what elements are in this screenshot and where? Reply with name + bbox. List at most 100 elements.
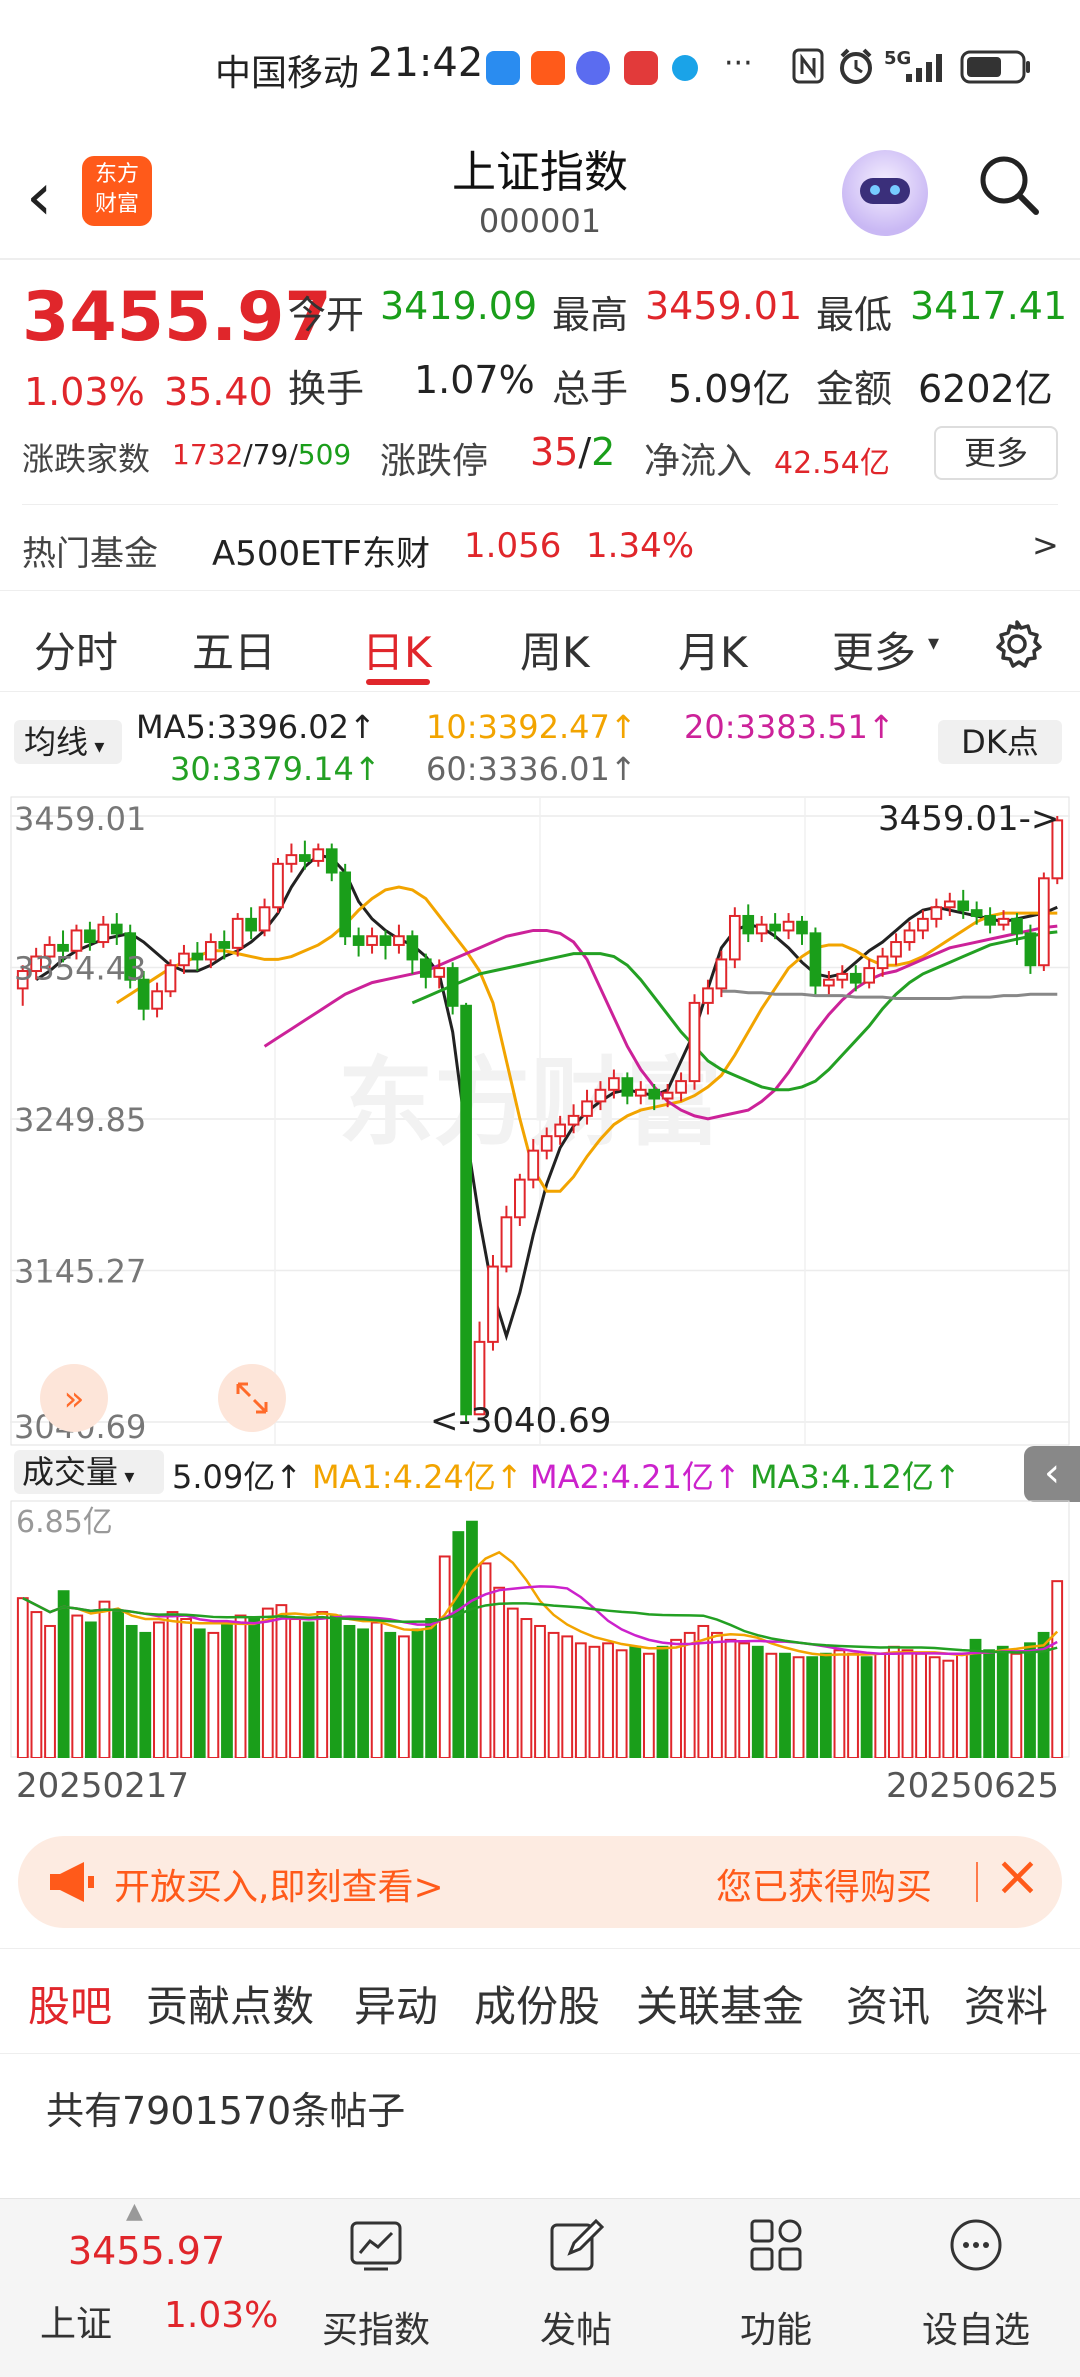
candle	[487, 1254, 499, 1351]
assistant-robot-icon[interactable]	[842, 150, 928, 236]
nfc-icon	[792, 48, 824, 84]
limit-label: 涨跌停	[380, 441, 489, 482]
volume-bar	[16, 1597, 29, 1758]
volume-bar	[221, 1621, 233, 1758]
hot-fund-price: 1.056	[464, 526, 562, 566]
volume-bar	[1010, 1652, 1023, 1758]
inflow-label: 净流入	[644, 441, 753, 482]
tab-news[interactable]: 资讯	[846, 1973, 930, 2034]
kline-chart[interactable]: 东方财富 3459.013354.433249.853145.273040.69…	[10, 796, 1070, 1446]
y-tick-label: 3459.01	[14, 800, 146, 838]
music-app-icon	[576, 51, 610, 85]
volume-bar	[44, 1624, 56, 1758]
ma-selector[interactable]: 均线 ▾	[14, 720, 122, 764]
tab-more[interactable]: 更多	[832, 619, 916, 680]
candle	[702, 979, 714, 1015]
y-tick-label: 3354.43	[14, 950, 146, 988]
x-axis-end: 20250625	[886, 1766, 1060, 1806]
tab-daily-k[interactable]: 日K	[362, 619, 432, 680]
tab-monthly-k[interactable]: 月K	[678, 619, 748, 680]
header: ‹ 东方 财富 上证指数 000001	[0, 130, 1080, 260]
candle	[339, 863, 352, 945]
volume-bar	[996, 1645, 1009, 1758]
tab-five-day[interactable]: 五日	[192, 619, 276, 680]
tab-guba[interactable]: 股吧	[28, 1973, 112, 2034]
dk-point-button[interactable]: DK点	[938, 720, 1062, 764]
ma30-value: 30:3379.14↑	[170, 750, 381, 788]
functions-button[interactable]: 功能	[710, 2213, 842, 2363]
volume-bar	[438, 1555, 451, 1758]
candle	[755, 915, 768, 943]
volume-bar	[983, 1649, 996, 1758]
tab-weekly-k[interactable]: 周K	[520, 619, 590, 680]
volume-bar	[711, 1631, 723, 1758]
tab-related-funds[interactable]: 关联基金	[636, 1973, 804, 2034]
buy-index-button[interactable]: 买指数	[310, 2213, 442, 2363]
volume-bar	[180, 1618, 193, 1758]
fullscreen-button[interactable]	[218, 1364, 286, 1432]
promo-banner[interactable]: 开放买入,即刻查看> 您已获得购买 ×	[18, 1836, 1062, 1928]
tab-intraday[interactable]: 分时	[34, 619, 118, 680]
functions-label: 功能	[739, 2310, 812, 2351]
add-watchlist-button[interactable]: 设自选	[910, 2213, 1042, 2363]
volume-bar	[1024, 1642, 1036, 1758]
candle	[110, 913, 123, 945]
candle	[890, 933, 902, 966]
volume-bar	[506, 1607, 519, 1758]
volume-bar	[493, 1586, 506, 1758]
volume-bar	[738, 1642, 751, 1758]
drag-handle-icon[interactable]: ▲	[126, 2199, 143, 2224]
more-button[interactable]: 更多	[934, 426, 1058, 480]
ma5-value: MA5:3396.02↑	[136, 708, 376, 746]
candle	[325, 843, 338, 882]
volume-bar	[956, 1652, 968, 1758]
volume-bar	[425, 1618, 438, 1758]
tab-profile[interactable]: 资料	[964, 1973, 1048, 2034]
candle	[728, 907, 741, 969]
tab-constituents[interactable]: 成份股	[474, 1973, 600, 2034]
hot-fund-arrow-icon[interactable]: >	[1032, 526, 1059, 564]
volume-chart[interactable]: 6.85亿	[10, 1500, 1070, 1758]
low-value: 3417.41	[910, 284, 1068, 328]
volume-bar	[452, 1531, 465, 1758]
volume-bar	[411, 1628, 424, 1758]
post-label: 发帖	[539, 2310, 612, 2351]
signal-icon	[906, 54, 942, 82]
candle	[984, 907, 996, 934]
volume-bars	[16, 1520, 1064, 1758]
candle	[379, 930, 392, 960]
candle	[312, 843, 325, 867]
volume-selector[interactable]: 成交量 ▾	[14, 1450, 164, 1494]
carrier-label: 中国移动	[215, 53, 360, 94]
volume-bar	[806, 1656, 819, 1758]
volume-bar	[602, 1642, 614, 1758]
volume-bar	[874, 1652, 887, 1758]
volume-bar	[248, 1618, 261, 1758]
limit-values: 35/2	[530, 430, 616, 474]
candle	[352, 927, 365, 957]
settings-gear-icon[interactable]	[990, 617, 1044, 671]
x-axis-start: 20250217	[16, 1766, 190, 1806]
hot-fund-name[interactable]: A500ETF东财	[212, 526, 430, 575]
volume-ma2: MA2:4.21亿↑	[530, 1458, 741, 1496]
expand-left-button[interactable]: »	[40, 1364, 108, 1432]
volume-value: 5.09亿	[668, 367, 791, 411]
collapse-panel-icon[interactable]: ‹	[1024, 1446, 1080, 1502]
tab-more-caret-icon: ▾	[928, 631, 940, 656]
volume-ma3: MA3:4.12亿↑	[750, 1458, 961, 1496]
volume-bar	[847, 1652, 859, 1758]
volume-bar	[357, 1628, 369, 1758]
change-percent: 1.03%	[24, 370, 145, 414]
ma20-value: 20:3383.51↑	[684, 708, 895, 746]
search-icon[interactable]	[978, 154, 1040, 216]
volume-bar	[289, 1618, 301, 1758]
tab-contribution-points[interactable]: 贡献点数	[146, 1973, 314, 2034]
post-button[interactable]: 发帖	[510, 2213, 642, 2363]
volume-bar	[629, 1645, 642, 1758]
more-dots-icon	[950, 2219, 1002, 2271]
volume-bar	[84, 1621, 97, 1758]
volume-bar	[397, 1635, 410, 1758]
close-icon[interactable]: ×	[994, 1844, 1041, 1909]
chart-trend-icon	[350, 2221, 402, 2271]
tab-movement[interactable]: 异动	[354, 1973, 438, 2034]
